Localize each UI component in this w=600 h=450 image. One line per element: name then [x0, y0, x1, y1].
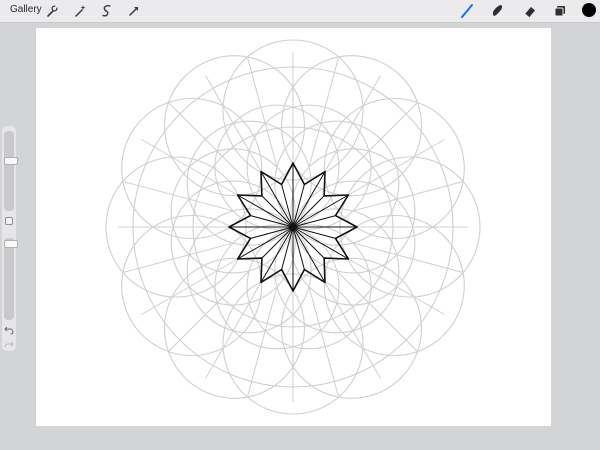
wrench-icon[interactable] — [43, 2, 61, 20]
brush-size-thumb[interactable] — [4, 156, 18, 165]
undo-icon[interactable] — [3, 323, 15, 335]
guide-line — [346, 139, 445, 197]
opacity-thumb[interactable] — [4, 240, 18, 249]
redo-icon[interactable] — [3, 338, 15, 350]
top-toolbar: Gallery — [0, 0, 600, 23]
guide-line — [205, 75, 263, 174]
opacity-slider[interactable] — [4, 238, 18, 320]
brush-sidebar — [2, 126, 18, 351]
gallery-button[interactable]: Gallery — [10, 4, 42, 16]
star-center — [290, 224, 296, 230]
guide-line — [308, 57, 339, 168]
guide-line — [205, 280, 263, 379]
brush-icon[interactable] — [458, 2, 476, 20]
guide-line — [352, 181, 463, 212]
guide-line — [352, 242, 463, 273]
selection-icon[interactable] — [98, 2, 116, 20]
drawing-canvas[interactable] — [36, 28, 551, 426]
smudge-icon[interactable] — [488, 2, 506, 20]
guide-line — [123, 242, 234, 273]
guide-line — [123, 181, 234, 212]
magic-wand-icon[interactable] — [71, 2, 89, 20]
guide-line — [346, 257, 445, 315]
layers-icon[interactable] — [551, 2, 569, 20]
transform-arrow-icon[interactable] — [125, 2, 143, 20]
guide-line — [247, 57, 278, 168]
modify-square-icon[interactable] — [5, 217, 13, 225]
guide-line — [323, 280, 381, 379]
guide-line — [141, 139, 240, 197]
brush-size-slider[interactable] — [4, 131, 18, 211]
guide-line — [141, 257, 240, 315]
guide-line — [247, 286, 278, 397]
color-picker-button[interactable] — [582, 3, 596, 17]
eraser-icon[interactable] — [521, 2, 539, 20]
guide-line — [323, 75, 381, 174]
rosette-drawing — [105, 39, 481, 415]
guide-line — [308, 286, 339, 397]
